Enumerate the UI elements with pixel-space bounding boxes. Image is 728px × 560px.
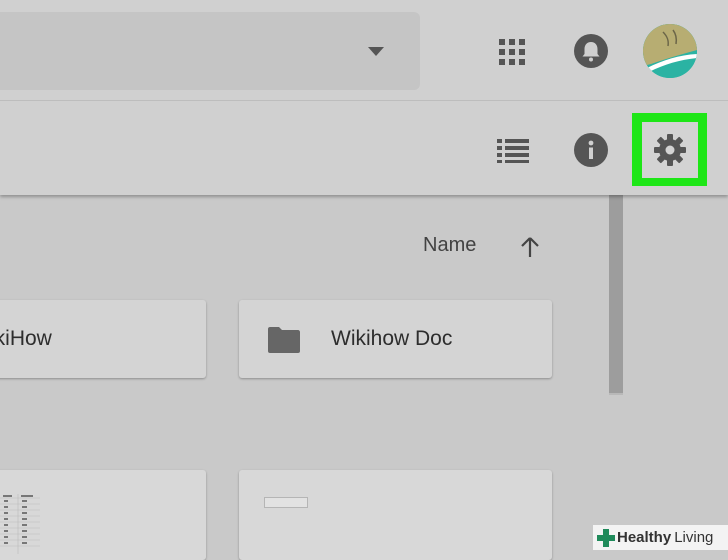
user-avatar[interactable]	[643, 24, 697, 78]
app-header	[0, 0, 728, 195]
file-card[interactable]	[0, 470, 206, 560]
list-view-icon[interactable]	[495, 136, 531, 164]
folder-card[interactable]: ikiHow	[0, 300, 206, 378]
folder-icon	[267, 326, 301, 354]
watermark-healthy: Healthy	[617, 529, 672, 546]
sort-by-name-label[interactable]: Name	[423, 234, 476, 257]
spreadsheet-thumbnail-icon	[0, 494, 40, 554]
scrollbar-thumb[interactable]	[609, 195, 623, 393]
arrow-up-icon[interactable]	[518, 235, 542, 259]
info-icon[interactable]	[574, 133, 608, 167]
search-options-dropdown-icon[interactable]	[368, 47, 384, 56]
gear-icon	[654, 134, 686, 166]
settings-button[interactable]	[642, 122, 698, 178]
watermark: Healthy Living	[593, 525, 728, 550]
scrollbar-track[interactable]	[609, 195, 623, 395]
document-thumbnail	[264, 497, 308, 508]
toolbar-divider	[0, 100, 728, 101]
cross-logo-icon	[597, 528, 615, 547]
bell-icon[interactable]	[574, 34, 608, 68]
file-card[interactable]	[239, 470, 552, 560]
search-bar[interactable]	[0, 12, 420, 90]
watermark-living: Living	[674, 529, 714, 546]
folder-card[interactable]: Wikihow Doc	[239, 300, 552, 378]
apps-grid-icon[interactable]	[497, 37, 527, 67]
folder-name: ikiHow	[0, 327, 52, 350]
folder-name: Wikihow Doc	[331, 327, 453, 350]
